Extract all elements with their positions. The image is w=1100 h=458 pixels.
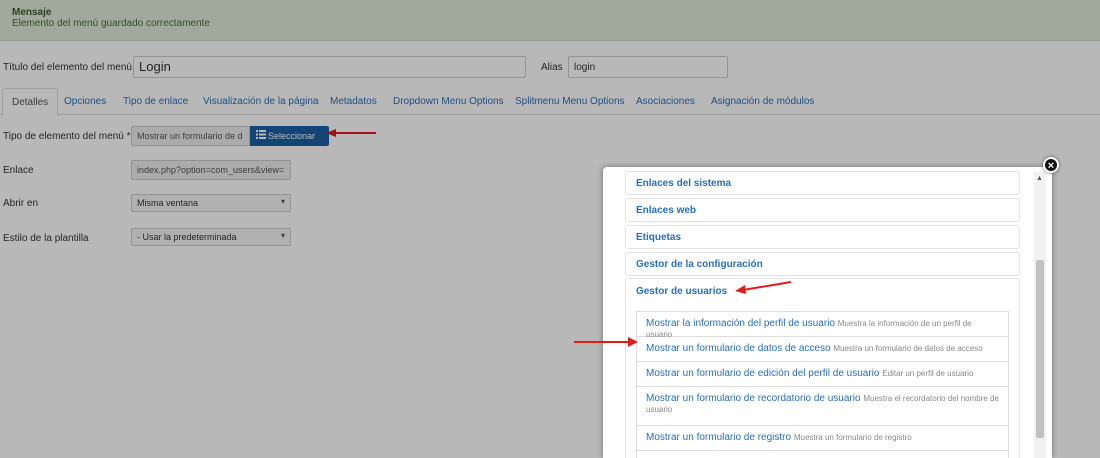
list-item[interactable]: Mostrar un formulario de datos de acceso… bbox=[637, 337, 1008, 362]
item-description: Muestra un formulario de datos de acceso bbox=[833, 344, 983, 353]
close-icon[interactable]: × bbox=[1043, 157, 1059, 173]
item-description: Muestra un formulario de registro bbox=[793, 433, 912, 442]
item-title: Mostrar la información del perfil de usu… bbox=[646, 318, 835, 329]
user-manager-list: Mostrar la información del perfil de usu… bbox=[636, 311, 1009, 458]
group-label: Enlaces web bbox=[636, 205, 697, 216]
scroll-up-icon[interactable]: ▲ bbox=[1036, 175, 1043, 182]
list-item[interactable]: Mostrar un formulario de edición del per… bbox=[637, 362, 1008, 387]
item-description: Editar un perfil de usuario bbox=[882, 369, 974, 378]
menu-type-modal: Enlaces del sistema Enlaces web Etiqueta… bbox=[603, 167, 1052, 458]
group-label: Etiquetas bbox=[636, 232, 682, 243]
list-item[interactable]: Mostrar un formulario de registro Muestr… bbox=[637, 426, 1008, 451]
item-title: Mostrar un formulario de recordatorio de… bbox=[646, 393, 861, 404]
item-title: Mostrar un formulario de datos de acceso bbox=[646, 343, 831, 354]
list-item[interactable]: Mostrar un formulario de recordatorio de… bbox=[637, 387, 1008, 426]
group-label: Gestor de la configuración bbox=[636, 259, 763, 270]
scroll-thumb[interactable] bbox=[1036, 260, 1044, 438]
group-config-manager[interactable]: Gestor de la configuración bbox=[625, 252, 1020, 276]
red-arrow-icon bbox=[574, 337, 638, 347]
group-tags[interactable]: Etiquetas bbox=[625, 225, 1020, 249]
item-title: Mostrar un formulario de edición del per… bbox=[646, 368, 880, 379]
group-system-links[interactable]: Enlaces del sistema bbox=[625, 171, 1020, 195]
list-item[interactable]: Mostrar la información del perfil de usu… bbox=[637, 312, 1008, 339]
group-label[interactable]: Gestor de usuarios bbox=[636, 286, 727, 297]
group-web-links[interactable]: Enlaces web bbox=[625, 198, 1020, 222]
group-label: Enlaces del sistema bbox=[636, 178, 732, 189]
red-arrow-icon bbox=[735, 281, 792, 294]
modal-scrollbar[interactable]: ▲ bbox=[1034, 172, 1046, 458]
item-title: Mostrar un formulario de registro bbox=[646, 432, 792, 443]
